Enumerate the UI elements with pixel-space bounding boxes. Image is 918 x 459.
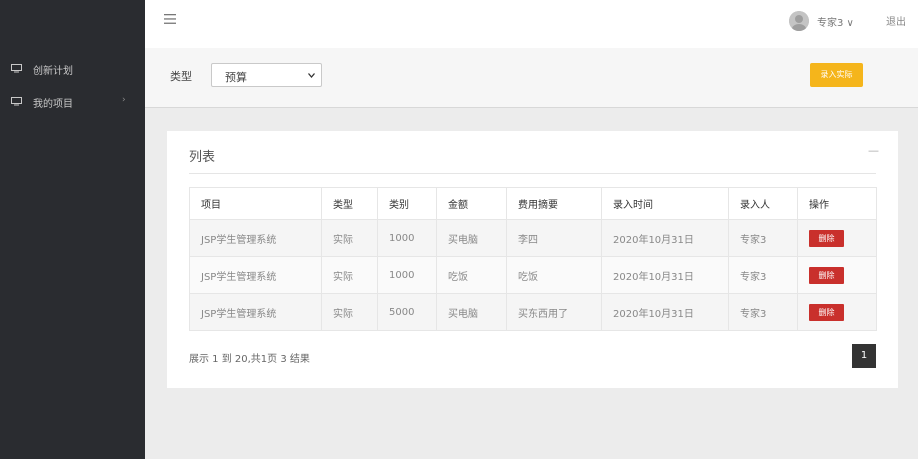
list-panel: 列表 — 项目 类型 类别 金额 费用摘要 录入时间 录入人 操作 JSP学生管… [167,131,898,388]
cell-project: JSP学生管理系统 [189,293,322,331]
sidebar: 创新计划 我的项目 › [0,0,145,459]
cell-action: 删除 [797,256,877,294]
type-select-value: 预算 [225,71,247,84]
sidebar-item-innovation-plan[interactable]: 创新计划 [0,58,145,80]
delete-button[interactable]: 删除 [809,229,844,247]
avatar[interactable] [789,11,809,31]
enter-actual-button[interactable]: 录入实际 [810,63,863,87]
delete-button[interactable]: 删除 [809,303,844,321]
top-navbar: 专家3 ∨ 退出 [145,0,918,48]
collapse-icon[interactable]: — [868,144,879,157]
table-row: JSP学生管理系统 实际 1000 吃饭 吃饭 2020年10月31日 专家3 … [189,256,877,294]
cell-entered-by: 专家3 [728,293,798,331]
cell-time: 2020年10月31日 [601,293,729,331]
cell-action: 删除 [797,219,877,257]
chevron-right-icon: › [122,95,126,105]
cell-amount: 买电脑 [436,293,507,331]
cell-summary: 吃饭 [506,256,602,294]
page-button-1[interactable]: 1 [852,344,876,368]
panel-title: 列表 [189,150,216,165]
cell-type: 实际 [321,219,378,257]
monitor-icon [11,64,22,73]
type-select[interactable]: 预算 [211,63,322,87]
cell-amount: 买电脑 [436,219,507,257]
cell-amount: 吃饭 [436,256,507,294]
column-header-summary: 费用摘要 [506,187,602,220]
column-header-category: 类别 [377,187,437,220]
pagination-summary: 展示 1 到 20,共1页 3 结果 [189,354,310,365]
column-header-time: 录入时间 [601,187,729,220]
column-header-type: 类型 [321,187,378,220]
user-menu[interactable]: 专家3 ∨ [817,14,854,29]
sidebar-item-label: 创新计划 [33,66,73,77]
cell-entered-by: 专家3 [728,256,798,294]
column-header-entered-by: 录入人 [728,187,798,220]
sidebar-item-my-projects[interactable]: 我的项目 › [0,91,145,113]
cell-category: 5000 [377,293,437,331]
type-label: 类型 [170,70,192,83]
cell-time: 2020年10月31日 [601,256,729,294]
cell-action: 删除 [797,293,877,331]
cell-category: 1000 [377,219,437,257]
table-header-row: 项目 类型 类别 金额 费用摘要 录入时间 录入人 操作 [189,187,877,220]
cell-category: 1000 [377,256,437,294]
cell-summary: 买东西用了 [506,293,602,331]
delete-button[interactable]: 删除 [809,266,844,284]
cell-type: 实际 [321,256,378,294]
cell-project: JSP学生管理系统 [189,219,322,257]
filter-bar: 类型 预算 录入实际 [145,48,918,108]
table-row: JSP学生管理系统 实际 1000 买电脑 李四 2020年10月31日 专家3… [189,219,877,257]
cell-type: 实际 [321,293,378,331]
cell-time: 2020年10月31日 [601,219,729,257]
menu-icon[interactable] [164,14,176,24]
column-header-amount: 金额 [436,187,507,220]
cell-summary: 李四 [506,219,602,257]
column-header-action: 操作 [797,187,877,220]
cell-entered-by: 专家3 [728,219,798,257]
table-row: JSP学生管理系统 实际 5000 买电脑 买东西用了 2020年10月31日 … [189,293,877,331]
chevron-down-icon [308,73,315,78]
sidebar-item-label: 我的项目 [33,99,73,110]
cell-project: JSP学生管理系统 [189,256,322,294]
monitor-icon [11,97,22,106]
column-header-project: 项目 [189,187,322,220]
data-table: 项目 类型 类别 金额 费用摘要 录入时间 录入人 操作 JSP学生管理系统 实… [189,187,877,331]
logout-link[interactable]: 退出 [886,13,906,28]
divider [189,173,876,174]
